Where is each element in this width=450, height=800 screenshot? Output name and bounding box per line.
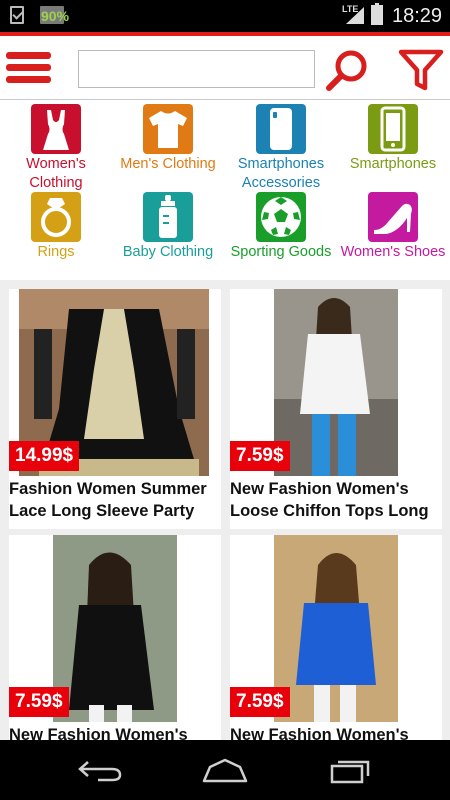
- category-mens-clothing[interactable]: Men's Clothing: [112, 104, 224, 174]
- clock: 18:29: [392, 5, 443, 27]
- soccer-ball-icon: [256, 192, 306, 242]
- phone-case-icon: [256, 104, 306, 154]
- price-badge: 7.59$: [9, 687, 69, 717]
- dress-icon: [31, 104, 81, 154]
- ring-icon: [31, 192, 81, 242]
- category-label: Rings: [37, 244, 75, 260]
- category-smartphones[interactable]: Smartphones: [337, 104, 449, 174]
- price-badge: 14.99$: [9, 441, 80, 471]
- product-card[interactable]: 7.59$ New Fashion Women's Loose Chiffon …: [230, 289, 442, 529]
- product-title: New Fashion Women's: [9, 726, 188, 740]
- high-heel-icon: [368, 192, 418, 242]
- product-title: Fashion Women Summer Lace Long Sleeve Pa…: [9, 480, 207, 520]
- battery-icon: [371, 3, 383, 25]
- search-input[interactable]: [78, 50, 315, 88]
- tshirt-icon: [143, 104, 193, 154]
- baby-bottle-icon: [143, 192, 193, 242]
- category-womens-clothing[interactable]: Women's Clothing: [0, 104, 112, 193]
- smartphone-icon: [368, 104, 418, 154]
- status-bar: 90% LTE 18:29: [0, 0, 450, 32]
- category-rings[interactable]: Rings: [0, 192, 112, 262]
- home-icon[interactable]: [200, 757, 250, 783]
- category-label: Men's Clothing: [120, 156, 216, 172]
- price-badge: 7.59$: [230, 441, 290, 471]
- battery-notification-percent: 90%: [41, 8, 70, 24]
- recent-apps-icon[interactable]: [328, 756, 374, 784]
- menu-icon[interactable]: [6, 52, 51, 88]
- category-label: Women's Clothing: [26, 156, 86, 191]
- search-icon[interactable]: [324, 48, 370, 92]
- product-card[interactable]: 7.59$ New Fashion Women's: [9, 535, 221, 740]
- category-label: Smartphones: [349, 156, 437, 172]
- product-card[interactable]: 7.59$ New Fashion Women's: [230, 535, 442, 740]
- product-title: New Fashion Women's: [230, 726, 409, 740]
- product-grid: 14.99$ Fashion Women Summer Lace Long Sl…: [0, 280, 450, 740]
- product-title: New Fashion Women's Loose Chiffon Tops L…: [230, 480, 429, 520]
- category-womens-shoes[interactable]: Women's Shoes: [337, 192, 449, 262]
- category-sporting-goods[interactable]: Sporting Goods: [225, 192, 337, 262]
- system-nav-bar: [0, 740, 450, 800]
- category-label: Baby Clothing: [122, 244, 214, 260]
- back-icon[interactable]: [76, 758, 124, 782]
- category-smartphones-accessories[interactable]: Smartphones Accessories: [225, 104, 337, 193]
- category-label: Sporting Goods: [230, 244, 332, 260]
- toolbar: [0, 36, 450, 100]
- signal-icon: [346, 7, 364, 24]
- download-notification-icon: [10, 6, 24, 24]
- category-label: Women's Shoes: [340, 244, 446, 260]
- category-label: Smartphones Accessories: [237, 156, 325, 191]
- product-card[interactable]: 14.99$ Fashion Women Summer Lace Long Sl…: [9, 289, 221, 529]
- filter-icon[interactable]: [398, 48, 444, 92]
- category-baby-clothing[interactable]: Baby Clothing: [112, 192, 224, 262]
- price-badge: 7.59$: [230, 687, 290, 717]
- category-grid: Women's Clothing Men's Clothing Smartpho…: [0, 100, 450, 280]
